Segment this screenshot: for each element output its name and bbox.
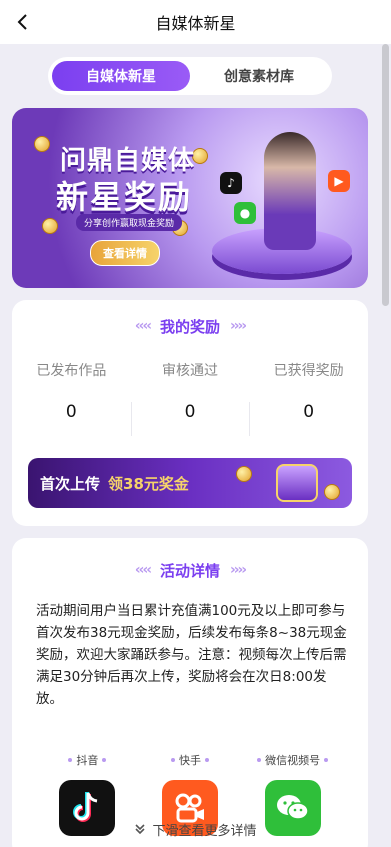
section-title: 活动详情 — [159, 561, 220, 580]
section-header: ‹‹‹‹ 活动详情 ›››› — [12, 558, 368, 582]
platform-label: 快手 — [178, 754, 201, 767]
banner-title-large: 新星奖励 — [56, 178, 193, 216]
platform-name: 快手 — [170, 752, 209, 768]
kuaishou-icon: ▶ — [328, 170, 350, 192]
stat-earned: 已获得奖励 0 — [249, 360, 368, 436]
douyin-icon: ♪ — [220, 172, 242, 194]
tab-media-star[interactable]: 自媒体新星 — [52, 61, 190, 91]
first-upload-banner[interactable]: 首次上传 领38元奖金 — [28, 458, 352, 508]
coin-icon — [324, 484, 340, 500]
stat-label: 已获得奖励 — [273, 363, 344, 379]
my-rewards-card: ‹‹‹‹ 我的奖励 ›››› 已发布作品 0 审核通过 0 已获得奖励 0 首次… — [12, 300, 368, 526]
view-details-button[interactable]: 查看详情 — [90, 240, 160, 266]
stat-approved: 审核通过 0 — [130, 360, 250, 436]
platform-name: 微信视频号 — [257, 752, 329, 768]
platform-label: 抖音 — [76, 754, 99, 767]
coin-icon — [236, 466, 252, 482]
chevrons-right-icon: ›››› — [230, 562, 247, 578]
stat-value: 0 — [65, 402, 77, 422]
chevrons-left-icon: ‹‹‹‹ — [134, 562, 152, 578]
promo-banner[interactable]: 问鼎自媒体 新星奖励 分享创作赢取现金奖励 查看详情 ♪ ● ▶ — [12, 108, 368, 288]
stat-label: 已发布作品 — [36, 363, 107, 379]
stat-value: 0 — [184, 402, 196, 422]
coin-icon — [42, 218, 58, 234]
scroll-hint: 下滑查看更多详情 — [0, 818, 391, 840]
section-title: 我的奖励 — [159, 317, 220, 336]
model-graphic — [264, 132, 316, 250]
back-icon[interactable] — [8, 8, 36, 36]
activity-description: 活动期间用户当日累计充值满100元及以上即可参与 首次发布38元现金奖励，后续发… — [36, 603, 347, 707]
coin-icon — [34, 136, 50, 152]
gift-box-icon — [276, 464, 318, 502]
scroll-hint-text: 下滑查看更多详情 — [152, 823, 257, 839]
activity-details-card: ‹‹‹‹ 活动详情 ›››› 活动期间用户当日累计充值满100元及以上即可参与 … — [12, 538, 368, 847]
platform-label: 微信视频号 — [265, 754, 321, 767]
section-header: ‹‹‹‹ 我的奖励 ›››› — [12, 314, 368, 338]
page-title: 自媒体新星 — [155, 14, 236, 33]
upload-banner-text: 首次上传 — [40, 474, 101, 493]
wechat-icon: ● — [234, 202, 256, 224]
platform-name: 抖音 — [68, 752, 107, 768]
reward-stats: 已发布作品 0 审核通过 0 已获得奖励 0 — [12, 360, 368, 436]
upload-banner-bonus: 领38元奖金 — [108, 474, 189, 493]
top-bar: 自媒体新星 — [0, 0, 391, 44]
chevrons-left-icon: ‹‹‹‹ — [134, 318, 152, 334]
tab-creative-library[interactable]: 创意素材库 — [190, 61, 328, 91]
scrollbar[interactable] — [382, 44, 389, 306]
double-chevron-down-icon — [135, 824, 146, 835]
banner-subtitle: 分享创作赢取现金奖励 — [76, 214, 183, 231]
stat-published: 已发布作品 0 — [12, 360, 131, 422]
stat-value: 0 — [303, 402, 315, 422]
tab-switcher: 自媒体新星 创意素材库 — [48, 57, 332, 95]
chevrons-right-icon: ›››› — [230, 318, 247, 334]
stat-label: 审核通过 — [162, 363, 218, 379]
